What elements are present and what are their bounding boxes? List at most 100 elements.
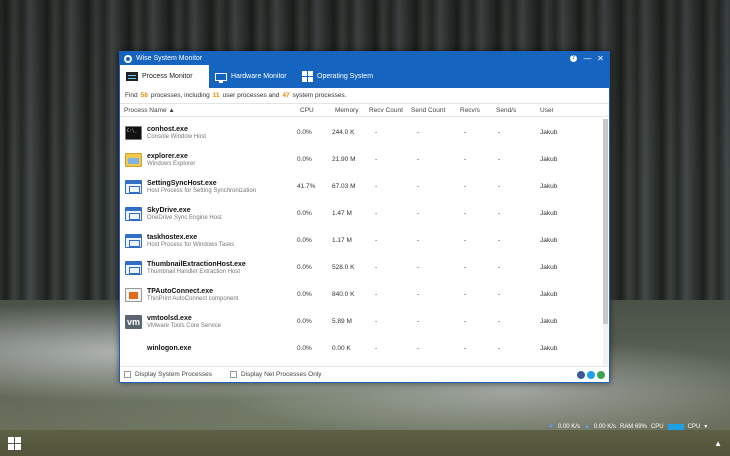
recv-count-cell: - (375, 183, 378, 190)
table-row[interactable]: TPAutoConnect.exe ThinPrint AutoConnect … (120, 281, 604, 308)
send-rate-cell: - (498, 345, 501, 352)
recv-count-cell: - (375, 210, 378, 217)
app-window-icon (125, 260, 142, 275)
send-rate-cell: - (498, 237, 501, 244)
windows-logo-icon (7, 436, 21, 450)
recv-rate-cell: - (464, 264, 467, 271)
table-row[interactable]: explorer.exe Windows Explorer 0.0% 21.90… (120, 146, 604, 173)
user-cell: Jakub (540, 291, 558, 298)
start-button[interactable] (0, 430, 28, 456)
process-name-cell: explorer.exe Windows Explorer (120, 152, 284, 167)
close-button[interactable]: ✕ (594, 52, 607, 65)
user-cell: Jakub (540, 183, 558, 190)
taskbar: ▲ (0, 430, 730, 456)
column-header-memory[interactable]: Memory (326, 107, 369, 114)
memory-cell: 67.03 M (332, 183, 356, 190)
table-row[interactable]: winlogon.exe 0.0% 0.00 K - - - - Jakub (120, 335, 604, 362)
recv-rate-cell: - (464, 345, 467, 352)
tab-label: Operating System (317, 73, 374, 80)
process-name: ThumbnailExtractionHost.exe (147, 260, 246, 268)
table-row[interactable]: conhost.exe Console Window Host 0.0% 244… (120, 119, 604, 146)
tab-operating-system[interactable]: Operating System (296, 65, 384, 88)
send-rate-cell: - (498, 183, 501, 190)
help-icon[interactable]: ? (570, 55, 577, 62)
memory-cell: 1.17 M (332, 237, 352, 244)
download-arrow-icon: ▼ (548, 423, 554, 430)
user-cell: Jakub (540, 345, 558, 352)
send-count-cell: - (417, 129, 420, 136)
recv-count-cell: - (375, 156, 378, 163)
dropdown-arrow-icon[interactable]: ▾ (704, 423, 707, 430)
window-title: Wise System Monitor (136, 55, 203, 62)
memory-cell: 528.0 K (332, 264, 355, 271)
cpu-label: CPU (650, 423, 664, 430)
column-header-recv-count[interactable]: Recv Count (369, 107, 411, 114)
social-links (577, 371, 605, 379)
process-name-cell: SkyDrive.exe OneDrive Sync Engine Host (120, 206, 284, 221)
recv-rate-cell: - (464, 183, 467, 190)
process-list: conhost.exe Console Window Host 0.0% 244… (120, 119, 604, 366)
process-description: Windows Explorer (147, 160, 196, 167)
send-rate-cell: - (498, 156, 501, 163)
column-header-process-name[interactable]: Process Name ▲ (120, 107, 284, 114)
vertical-scrollbar[interactable] (603, 119, 608, 366)
send-count-cell: - (417, 237, 420, 244)
tab-hardware-monitor[interactable]: Hardware Monitor (209, 65, 296, 88)
send-count-cell: - (417, 183, 420, 190)
process-name-cell: TPAutoConnect.exe ThinPrint AutoConnect … (120, 287, 284, 302)
vmware-icon: vm (125, 314, 142, 329)
table-row[interactable]: SettingSyncHost.exe Host Process for Set… (120, 173, 604, 200)
column-header-send-rate[interactable]: Send/s (493, 107, 535, 114)
table-row[interactable]: ThumbnailExtractionHost.exe Thumbnail Ha… (120, 254, 604, 281)
scrollbar-thumb[interactable] (603, 119, 608, 324)
process-description: Console Window Host (147, 133, 207, 140)
cpu-cell: 0.0% (297, 318, 312, 325)
table-header: Process Name ▲ CPU Memory Recv Count Sen… (120, 104, 609, 117)
column-header-send-count[interactable]: Send Count (411, 107, 453, 114)
column-header-recv-rate[interactable]: Recv/s (453, 107, 493, 114)
process-name: SkyDrive.exe (147, 206, 191, 214)
recv-rate-cell: - (464, 210, 467, 217)
cpu-cell: 41.7% (297, 183, 316, 190)
send-count-cell: - (417, 291, 420, 298)
memory-cell: 244.0 K (332, 129, 355, 136)
recv-rate-cell: - (464, 237, 467, 244)
send-rate-cell: - (498, 210, 501, 217)
send-rate-cell: - (498, 264, 501, 271)
column-header-user[interactable]: User (535, 107, 575, 114)
process-name-cell: SettingSyncHost.exe Host Process for Set… (120, 179, 284, 194)
memory-cell: 21.90 M (332, 156, 356, 163)
display-system-processes-checkbox[interactable]: Display System Processes (124, 371, 212, 378)
recv-count-cell: - (375, 264, 378, 271)
tab-label: Process Monitor (142, 73, 193, 80)
process-name-cell: ThumbnailExtractionHost.exe Thumbnail Ha… (120, 260, 284, 275)
send-rate-cell: - (498, 129, 501, 136)
wise-system-monitor-window: Wise System Monitor ? — ✕ Process Monito… (119, 51, 610, 383)
minimize-button[interactable]: — (581, 52, 594, 65)
memory-cell: 840.0 K (332, 291, 355, 298)
tab-process-monitor[interactable]: Process Monitor (120, 65, 209, 88)
summary-text: system processes. (292, 92, 347, 99)
process-name: winlogon.exe (147, 344, 192, 352)
share-icon[interactable] (597, 371, 605, 379)
column-header-cpu[interactable]: CPU (284, 107, 326, 114)
checkbox-label: Display System Processes (135, 371, 212, 378)
table-row[interactable]: taskhostex.exe Host Process for Windows … (120, 227, 604, 254)
tray-expand-icon[interactable]: ▲ (714, 439, 722, 448)
display-net-processes-checkbox[interactable]: Display Net Processes Only (229, 371, 322, 378)
summary-text: processes, including (150, 92, 210, 99)
system-tray: ▲ (710, 430, 730, 456)
process-name-cell: vm vmtoolsd.exe VMware Tools Core Servic… (120, 314, 284, 329)
checkbox-box[interactable] (124, 371, 131, 378)
send-rate-cell: - (498, 318, 501, 325)
table-row[interactable]: SkyDrive.exe OneDrive Sync Engine Host 0… (120, 200, 604, 227)
table-row[interactable]: vm vmtoolsd.exe VMware Tools Core Servic… (120, 308, 604, 335)
user-cell: Jakub (540, 318, 558, 325)
user-cell: Jakub (540, 264, 558, 271)
recv-count-cell: - (375, 291, 378, 298)
checkbox-box[interactable] (229, 371, 237, 378)
folder-icon (125, 152, 142, 167)
process-name-cell: taskhostex.exe Host Process for Windows … (120, 233, 284, 248)
twitter-icon[interactable] (587, 371, 595, 379)
facebook-icon[interactable] (577, 371, 585, 379)
